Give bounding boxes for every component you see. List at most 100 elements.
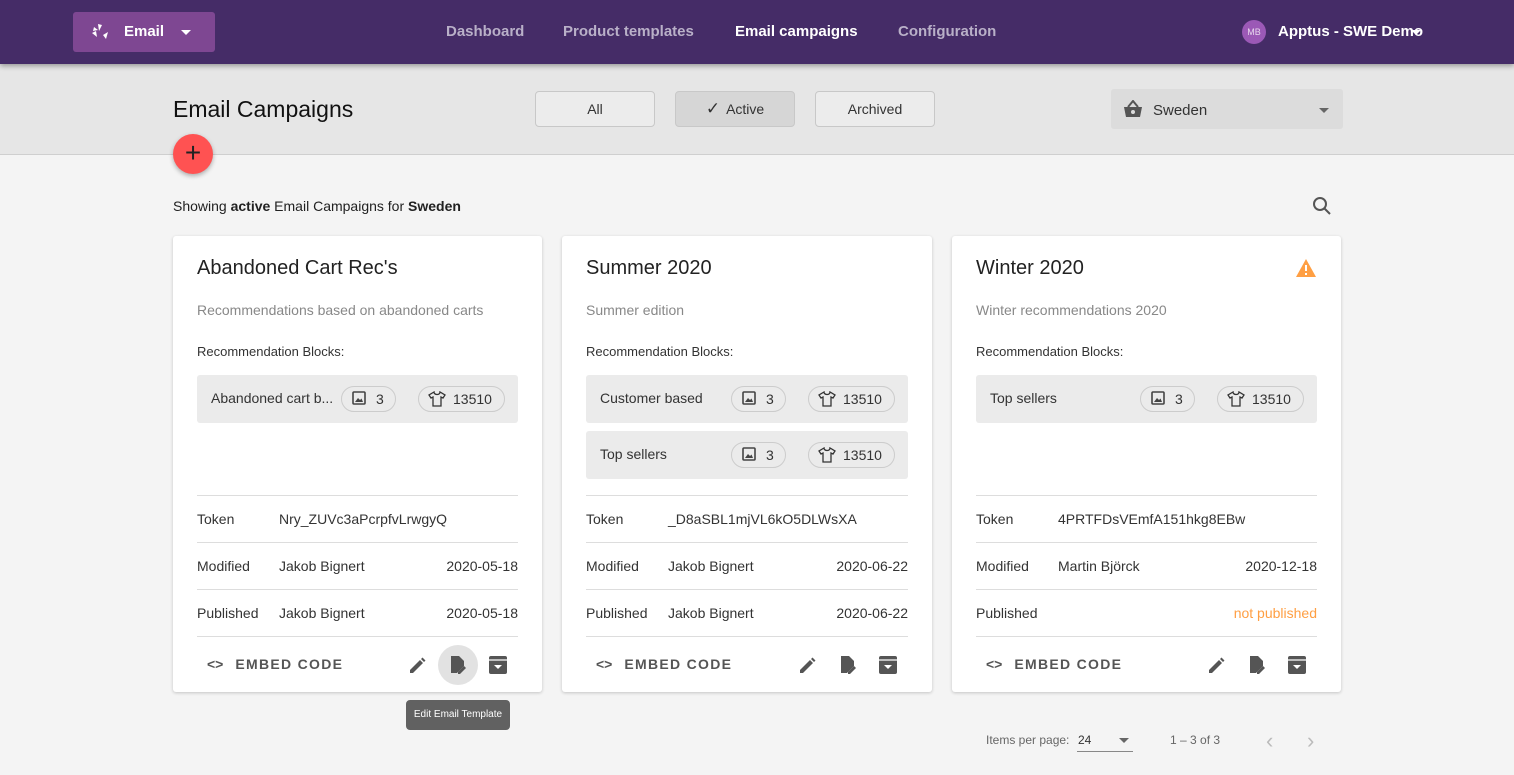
prev-page-button[interactable]: ‹ xyxy=(1266,728,1273,754)
campaign-card: Abandoned Cart Rec's Recommendations bas… xyxy=(173,236,542,692)
add-campaign-button[interactable]: + xyxy=(173,134,213,174)
image-icon xyxy=(742,391,756,405)
edit-email-template-button[interactable] xyxy=(828,645,868,685)
plus-icon: + xyxy=(184,137,202,168)
embed-code-button[interactable]: <> EMBED CODE xyxy=(596,656,732,672)
nav-email-campaigns[interactable]: Email campaigns xyxy=(735,23,858,40)
modified-date: 2020-12-18 xyxy=(1245,558,1317,574)
embed-code-button[interactable]: <> EMBED CODE xyxy=(986,656,1122,672)
filter-label: Archived xyxy=(847,101,903,117)
shirt-icon xyxy=(818,391,836,407)
published-by: Jakob Bignert xyxy=(668,605,754,621)
code-icon: <> xyxy=(596,656,613,672)
next-page-button[interactable]: › xyxy=(1307,728,1314,754)
country-select[interactable]: Sweden xyxy=(1111,89,1343,129)
chevron-down-icon xyxy=(1411,30,1421,35)
published-label: Published xyxy=(976,605,1038,621)
campaign-title: Abandoned Cart Rec's xyxy=(197,257,398,279)
block-name: Top sellers xyxy=(990,390,1057,406)
edit-button[interactable] xyxy=(1197,645,1237,685)
recommendation-block[interactable]: Top sellers 3 13510 xyxy=(976,375,1317,423)
image-count: 3 xyxy=(766,391,774,407)
filter-all-button[interactable]: All xyxy=(535,91,655,127)
chevron-down-icon xyxy=(1319,108,1329,113)
image-icon xyxy=(1151,391,1165,405)
filter-archived-button[interactable]: Archived xyxy=(815,91,935,127)
basket-icon xyxy=(1124,100,1142,117)
pencil-icon xyxy=(1209,657,1225,673)
embed-code-button[interactable]: <> EMBED CODE xyxy=(207,656,343,672)
image-count-chip: 3 xyxy=(731,386,786,412)
page-title: Email Campaigns xyxy=(173,96,354,122)
archive-button[interactable] xyxy=(478,645,518,685)
edit-document-icon xyxy=(451,656,466,674)
image-count: 3 xyxy=(376,391,384,407)
token-row: Token 4PRTFDsVEmfA151hkg8EBw xyxy=(976,495,1317,542)
filter-active-button[interactable]: ✓ Active xyxy=(675,91,795,127)
published-date: 2020-05-18 xyxy=(446,605,518,621)
recommendation-blocks-label: Recommendation Blocks: xyxy=(197,344,345,359)
code-icon: <> xyxy=(986,656,1003,672)
modified-by: Martin Björck xyxy=(1058,558,1140,574)
avatar[interactable]: MB xyxy=(1242,20,1266,44)
app-selector[interactable]: Email xyxy=(73,12,215,52)
items-per-page-value: 24 xyxy=(1078,733,1092,747)
edit-button[interactable] xyxy=(398,645,438,685)
account-menu[interactable]: Apptus - SWE Demo xyxy=(1278,23,1423,40)
image-count: 3 xyxy=(1175,391,1183,407)
archive-button[interactable] xyxy=(868,645,908,685)
filter-label: All xyxy=(587,101,603,117)
recommendation-block[interactable]: Abandoned cart b... 3 13510 xyxy=(197,375,518,423)
embed-code-label: EMBED CODE xyxy=(624,656,733,672)
modified-row: Modified Martin Björck 2020-12-18 xyxy=(976,542,1317,589)
modified-row: Modified Jakob Bignert 2020-06-22 xyxy=(586,542,908,589)
summary-text: Showing active Email Campaigns for Swede… xyxy=(173,198,461,214)
check-icon: ✓ xyxy=(705,99,721,118)
product-count-chip: 13510 xyxy=(418,386,505,412)
tooltip: Edit Email Template xyxy=(406,700,510,730)
app-label: Email xyxy=(124,23,165,40)
modified-row: Modified Jakob Bignert 2020-05-18 xyxy=(197,542,518,589)
chevron-down-icon xyxy=(181,30,191,35)
edit-document-icon xyxy=(1250,656,1265,674)
items-per-page-select[interactable]: 24 xyxy=(1077,728,1133,752)
token-label: Token xyxy=(197,511,235,527)
published-row: Published Jakob Bignert 2020-05-18 xyxy=(197,589,518,636)
published-by: Jakob Bignert xyxy=(279,605,365,621)
product-count-chip: 13510 xyxy=(808,386,895,412)
product-count-chip: 13510 xyxy=(808,442,895,468)
image-icon xyxy=(742,447,756,461)
token-row: Token _D8aSBL1mjVL6kO5DLWsXA xyxy=(586,495,908,542)
archive-icon xyxy=(1288,656,1306,674)
filter-label: Active xyxy=(726,101,765,117)
nav-product-templates[interactable]: Product templates xyxy=(563,23,694,40)
country-value: Sweden xyxy=(1153,102,1208,119)
search-icon[interactable] xyxy=(1312,196,1332,216)
campaign-card: Winter 2020 Winter recommendations 2020 … xyxy=(952,236,1341,692)
apptus-logo-icon xyxy=(92,24,108,39)
nav-dashboard[interactable]: Dashboard xyxy=(446,23,524,40)
page-range: 1 – 3 of 3 xyxy=(1170,733,1221,747)
published-date: 2020-06-22 xyxy=(836,605,908,621)
nav-configuration[interactable]: Configuration xyxy=(898,23,996,40)
chevron-down-icon xyxy=(1119,738,1129,743)
product-count-chip: 13510 xyxy=(1217,386,1304,412)
product-count: 13510 xyxy=(843,391,882,407)
recommendation-block[interactable]: Customer based 3 13510 xyxy=(586,375,908,423)
edit-button[interactable] xyxy=(788,645,828,685)
items-per-page-label: Items per page: xyxy=(986,733,1070,747)
block-name: Top sellers xyxy=(600,446,667,462)
archive-button[interactable] xyxy=(1277,645,1317,685)
edit-email-template-button[interactable] xyxy=(438,645,478,685)
card-actions: <> EMBED CODE xyxy=(197,636,518,692)
modified-date: 2020-06-22 xyxy=(836,558,908,574)
modified-label: Modified xyxy=(976,558,1029,574)
campaign-description: Recommendations based on abandoned carts xyxy=(197,302,484,318)
modified-by: Jakob Bignert xyxy=(279,558,365,574)
card-actions: <> EMBED CODE xyxy=(586,636,908,692)
edit-email-template-button[interactable] xyxy=(1237,645,1277,685)
edit-document-icon xyxy=(841,656,856,674)
campaign-description: Summer edition xyxy=(586,302,685,318)
recommendation-block[interactable]: Top sellers 3 13510 xyxy=(586,431,908,479)
block-name: Customer based xyxy=(600,390,703,406)
